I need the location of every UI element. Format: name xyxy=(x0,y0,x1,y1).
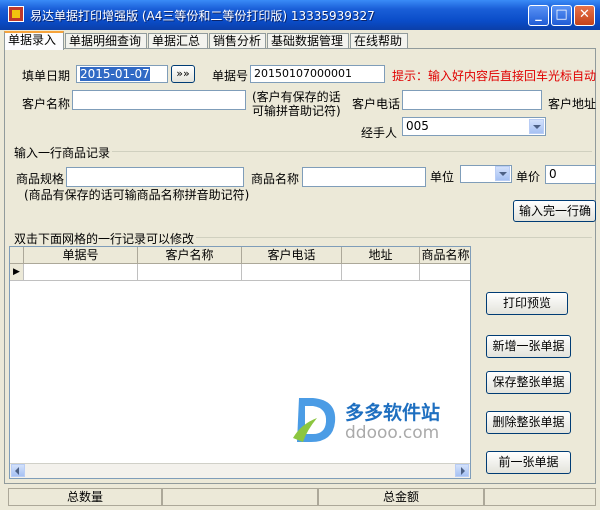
grid-header-product-name[interactable]: 商品名称 xyxy=(420,247,470,264)
status-panel-empty xyxy=(162,488,318,506)
grid-caption: 双击下面网格的一行记录可以修改 xyxy=(14,232,195,246)
handler-label: 经手人 xyxy=(361,126,398,140)
table-row-cell[interactable] xyxy=(24,264,138,281)
table-row-cell[interactable] xyxy=(342,264,420,281)
confirm-row-button[interactable]: 输入完一行确 xyxy=(513,200,596,222)
chevron-down-icon[interactable] xyxy=(495,166,510,181)
fill-date-value: 2015-01-07 xyxy=(80,67,150,81)
table-row-cell[interactable] xyxy=(242,264,342,281)
tab-doc-summary[interactable]: 单据汇总 xyxy=(148,33,208,49)
status-bar: 总数量 总金额 xyxy=(0,486,600,510)
app-icon xyxy=(8,6,24,22)
watermark-url: ddooo.com xyxy=(345,423,440,443)
table-row-cell[interactable] xyxy=(138,264,242,281)
doc-no-label: 单据号 xyxy=(212,69,249,83)
customer-phone-label: 客户电话 xyxy=(352,97,401,111)
scroll-right-icon[interactable] xyxy=(455,464,469,477)
product-name-label: 商品名称 xyxy=(251,172,300,186)
grid-header-customer-name[interactable]: 客户名称 xyxy=(138,247,242,264)
product-hint: (商品有保存的话可输商品名称拼音助记符) xyxy=(24,188,250,202)
watermark-brand: 多多软件站 xyxy=(345,402,441,424)
fill-date-label: 填单日期 xyxy=(22,69,71,83)
tab-online-help[interactable]: 在线帮助 xyxy=(350,33,408,49)
spec-input[interactable] xyxy=(66,167,244,187)
spec-label: 商品规格 xyxy=(16,172,65,186)
unit-label: 单位 xyxy=(430,170,455,184)
customer-phone-input[interactable] xyxy=(402,90,542,110)
tab-doc-detail-query[interactable]: 单据明细查询 xyxy=(65,33,147,49)
tab-doc-entry[interactable]: 单据录入 xyxy=(4,31,64,50)
grid-header-address[interactable]: 地址 xyxy=(342,247,420,264)
status-panel-empty xyxy=(484,488,596,506)
save-doc-button[interactable]: 保存整张单据 xyxy=(486,371,571,394)
fill-date-input[interactable]: 2015-01-07 xyxy=(76,65,168,83)
tab-sales-analysis[interactable]: 销售分析 xyxy=(209,33,266,49)
price-label: 单价 xyxy=(516,170,541,184)
delete-doc-button[interactable]: 删除整张单据 xyxy=(486,411,571,434)
title-bar[interactable]: 易达单据打印增强版 (A4三等份和二等份打印版) 13335939327 _ □… xyxy=(0,0,600,30)
item-section-title: 输入一行商品记录 xyxy=(14,146,111,160)
table-row-cell[interactable] xyxy=(420,264,470,281)
price-input[interactable]: 0 xyxy=(545,165,596,184)
row-pointer-icon: ▶ xyxy=(10,264,24,281)
close-button[interactable]: ✕ xyxy=(574,5,595,26)
total-amount-panel: 总金额 xyxy=(318,488,484,506)
watermark-logo-icon xyxy=(293,398,336,442)
app-window: 易达单据打印增强版 (A4三等份和二等份打印版) 13335939327 _ □… xyxy=(0,0,600,510)
chevron-down-icon[interactable] xyxy=(529,119,544,134)
grid-corner xyxy=(10,247,24,264)
records-grid[interactable]: 单据号 客户名称 客户电话 地址 商品名称 ▶ xyxy=(9,246,471,479)
total-qty-panel: 总数量 xyxy=(8,488,162,506)
customer-name-label: 客户名称 xyxy=(22,97,71,111)
maximize-button[interactable]: □ xyxy=(551,5,572,26)
entry-hint: 提示：输入好内容后直接回车光标自动 xyxy=(392,69,596,83)
customer-hint-line2: 可输拼音助记符) xyxy=(252,104,341,118)
customer-address-label: 客户地址 xyxy=(548,97,596,111)
grid-section-divider xyxy=(196,237,592,238)
handler-value: 005 xyxy=(406,119,429,133)
unit-select[interactable] xyxy=(460,165,512,183)
tab-base-data[interactable]: 基础数据管理 xyxy=(267,33,349,49)
minimize-button[interactable]: _ xyxy=(528,5,549,26)
window-title: 易达单据打印增强版 (A4三等份和二等份打印版) 13335939327 xyxy=(30,9,375,23)
item-section-divider xyxy=(112,151,592,152)
new-doc-button[interactable]: 新增一张单据 xyxy=(486,335,571,358)
handler-select[interactable]: 005 xyxy=(402,117,546,136)
product-name-input[interactable] xyxy=(302,167,426,187)
doc-no-input[interactable]: 20150107000001 xyxy=(250,65,385,83)
customer-name-input[interactable] xyxy=(72,90,246,110)
prev-doc-button[interactable]: 前一张单据 xyxy=(486,451,571,474)
grid-header-customer-phone[interactable]: 客户电话 xyxy=(242,247,342,264)
grid-header-doc-no[interactable]: 单据号 xyxy=(24,247,138,264)
date-picker-button[interactable]: »» xyxy=(171,65,195,83)
print-preview-button[interactable]: 打印预览 xyxy=(486,292,568,315)
scroll-left-icon[interactable] xyxy=(11,464,25,477)
grid-horizontal-scrollbar[interactable] xyxy=(10,463,470,478)
